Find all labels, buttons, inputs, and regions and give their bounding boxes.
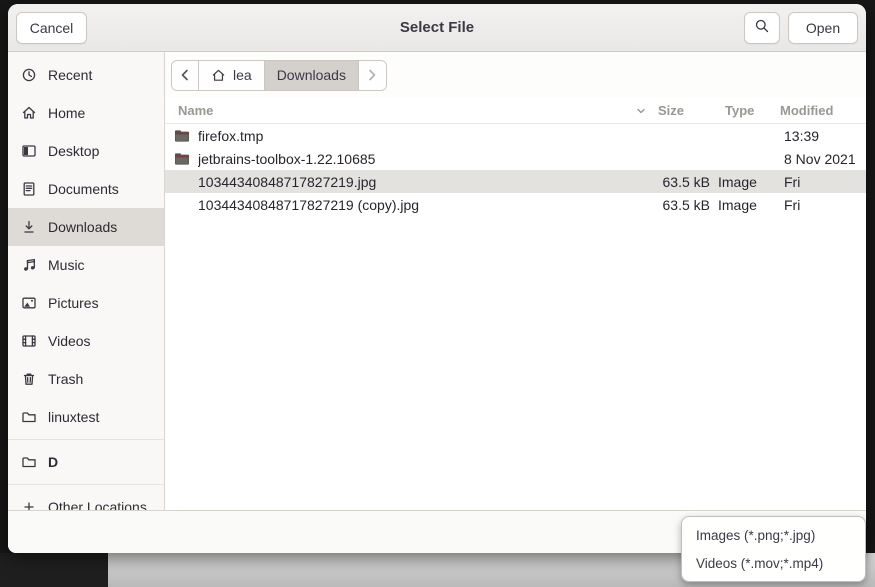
file-name: firefox.tmp bbox=[198, 128, 617, 144]
image-file-icon bbox=[174, 174, 190, 190]
background-dark-area bbox=[0, 553, 108, 587]
folder-icon bbox=[21, 454, 37, 470]
sidebar-item-label: Music bbox=[48, 257, 85, 273]
places-sidebar: Recent Home Desktop Documents bbox=[8, 52, 165, 510]
file-list: firefox.tmp 13:39 jetbrains-toolbox-1.22… bbox=[165, 124, 866, 510]
download-icon bbox=[21, 219, 37, 235]
document-icon bbox=[21, 181, 37, 197]
pathbar: lea Downloads bbox=[171, 60, 387, 91]
forward-chevron-icon bbox=[367, 69, 377, 81]
sidebar-item-label: D bbox=[48, 454, 58, 470]
sidebar-item-desktop[interactable]: Desktop bbox=[8, 132, 164, 170]
file-type: Image bbox=[718, 197, 776, 213]
file-type: Image bbox=[718, 174, 776, 190]
sidebar-item-label: Pictures bbox=[48, 295, 99, 311]
home-icon bbox=[21, 105, 37, 121]
sidebar-item-label: Desktop bbox=[48, 143, 99, 159]
dialog-content: Recent Home Desktop Documents bbox=[8, 52, 866, 510]
sidebar-item-videos[interactable]: Videos bbox=[8, 322, 164, 360]
sidebar-separator bbox=[8, 439, 164, 440]
file-modified: Fri bbox=[784, 197, 858, 213]
forward-button[interactable] bbox=[359, 61, 386, 90]
sidebar-item-label: linuxtest bbox=[48, 409, 99, 425]
folder-icon bbox=[174, 151, 190, 167]
back-button[interactable] bbox=[172, 61, 199, 90]
breadcrumb-downloads[interactable]: Downloads bbox=[265, 61, 359, 90]
desktop-icon bbox=[21, 143, 37, 159]
filter-option-images[interactable]: Images (*.png;*.jpg) bbox=[682, 521, 865, 549]
search-icon bbox=[754, 18, 770, 37]
sidebar-separator bbox=[8, 484, 164, 485]
column-header-modified[interactable]: Modified bbox=[780, 103, 866, 118]
file-row-jetbrains-toolbox[interactable]: jetbrains-toolbox-1.22.10685 8 Nov 2021 bbox=[165, 147, 866, 170]
photo-icon bbox=[21, 295, 37, 311]
sidebar-item-label: Downloads bbox=[48, 219, 117, 235]
filter-option-videos[interactable]: Videos (*.mov;*.mp4) bbox=[682, 549, 865, 577]
breadcrumb-home[interactable]: lea bbox=[199, 61, 265, 90]
headerbar: Select File Cancel Open bbox=[8, 4, 866, 52]
column-header-type[interactable]: Type bbox=[725, 103, 780, 118]
file-modified: Fri bbox=[784, 174, 858, 190]
file-row-jpg-selected[interactable]: 10344340848717827219.jpg 63.5 kB Image F… bbox=[165, 170, 866, 193]
home-icon bbox=[211, 68, 226, 83]
sidebar-item-label: Trash bbox=[48, 371, 83, 387]
film-icon bbox=[21, 333, 37, 349]
sidebar-item-label: Videos bbox=[48, 333, 91, 349]
image-file-icon bbox=[174, 197, 190, 213]
music-note-icon bbox=[21, 257, 37, 273]
file-row-jpg-copy[interactable]: 10344340848717827219 (copy).jpg 63.5 kB … bbox=[165, 193, 866, 216]
plus-icon bbox=[21, 499, 37, 510]
sidebar-item-trash[interactable]: Trash bbox=[8, 360, 164, 398]
sidebar-item-documents[interactable]: Documents bbox=[8, 170, 164, 208]
column-header-name[interactable]: Name bbox=[178, 103, 213, 118]
back-chevron-icon bbox=[180, 69, 190, 81]
file-name: jetbrains-toolbox-1.22.10685 bbox=[198, 151, 617, 167]
column-header-size[interactable]: Size bbox=[658, 103, 725, 118]
file-browser-pane: lea Downloads Name Size Type Modified bbox=[165, 52, 866, 510]
sidebar-item-label: Recent bbox=[48, 67, 92, 83]
sidebar-item-label: Other Locations bbox=[48, 499, 147, 510]
folder-icon bbox=[174, 128, 190, 144]
sidebar-item-recent[interactable]: Recent bbox=[8, 56, 164, 94]
sidebar-item-other-locations[interactable]: Other Locations bbox=[8, 488, 164, 510]
sidebar-item-pictures[interactable]: Pictures bbox=[8, 284, 164, 322]
file-modified: 13:39 bbox=[784, 128, 858, 144]
file-filter-popup: Images (*.png;*.jpg) Videos (*.mov;*.mp4… bbox=[681, 516, 866, 582]
sidebar-item-label: Home bbox=[48, 105, 85, 121]
dialog-title: Select File bbox=[8, 19, 866, 36]
sidebar-item-music[interactable]: Music bbox=[8, 246, 164, 284]
trash-icon bbox=[21, 371, 37, 387]
folder-icon bbox=[21, 409, 37, 425]
pathbar-row: lea Downloads bbox=[165, 52, 866, 98]
breadcrumb-home-label: lea bbox=[233, 67, 252, 83]
sidebar-item-d[interactable]: D bbox=[8, 443, 164, 481]
sidebar-item-downloads[interactable]: Downloads bbox=[8, 208, 164, 246]
list-column-headers: Name Size Type Modified bbox=[165, 98, 866, 124]
open-button[interactable]: Open bbox=[788, 12, 858, 44]
file-modified: 8 Nov 2021 bbox=[784, 151, 858, 167]
sidebar-item-label: Documents bbox=[48, 181, 119, 197]
file-chooser-dialog: Select File Cancel Open Recent Home bbox=[8, 4, 866, 553]
file-size: 63.5 kB bbox=[625, 174, 710, 190]
clock-icon bbox=[21, 67, 37, 83]
file-name: 10344340848717827219 (copy).jpg bbox=[198, 197, 617, 213]
search-button[interactable] bbox=[744, 12, 780, 44]
sidebar-item-home[interactable]: Home bbox=[8, 94, 164, 132]
sidebar-item-linuxtest[interactable]: linuxtest bbox=[8, 398, 164, 436]
file-row-firefox-tmp[interactable]: firefox.tmp 13:39 bbox=[165, 124, 866, 147]
file-size: 63.5 kB bbox=[625, 197, 710, 213]
file-name: 10344340848717827219.jpg bbox=[198, 174, 617, 190]
cancel-button[interactable]: Cancel bbox=[16, 12, 87, 44]
sort-descending-icon bbox=[633, 103, 649, 119]
